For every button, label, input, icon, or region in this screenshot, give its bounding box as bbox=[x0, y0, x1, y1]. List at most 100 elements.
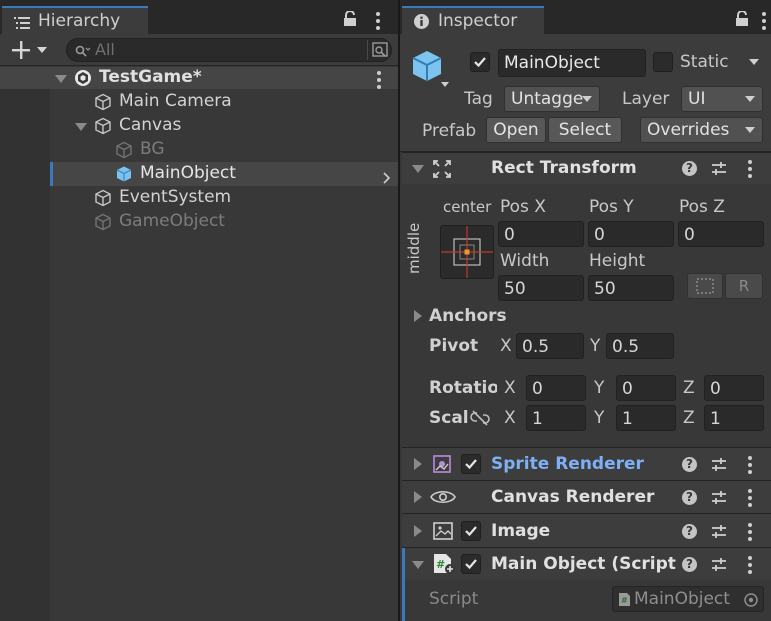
tree-item-label: Main Camera bbox=[119, 91, 232, 111]
tree-item-canvas[interactable]: Canvas bbox=[0, 114, 398, 138]
prefab-open-button[interactable]: Open bbox=[486, 117, 546, 143]
image-header[interactable]: Image ? bbox=[402, 513, 771, 547]
preset-sliders-icon[interactable] bbox=[710, 489, 728, 511]
pos-y-field[interactable]: 0 bbox=[588, 221, 674, 247]
canvas-renderer-foldout-icon[interactable] bbox=[414, 491, 422, 503]
preset-sliders-icon[interactable] bbox=[710, 456, 728, 478]
help-icon[interactable]: ? bbox=[682, 524, 697, 539]
script-object-field[interactable]: # MainObject bbox=[612, 586, 764, 612]
tree-item-bg[interactable]: BG bbox=[0, 138, 398, 162]
tree-item-main-camera[interactable]: Main Camera bbox=[0, 90, 398, 114]
component-menu-icon[interactable] bbox=[748, 456, 752, 477]
static-dropdown-arrow[interactable] bbox=[749, 59, 759, 65]
main-object-script-header[interactable]: # Main Object (Script ? bbox=[402, 547, 771, 581]
component-menu-icon[interactable] bbox=[748, 160, 752, 181]
gameobject-cube-icon bbox=[94, 189, 112, 211]
help-icon[interactable]: ? bbox=[682, 490, 697, 505]
height-field[interactable]: 50 bbox=[588, 275, 674, 301]
anchors-foldout-icon[interactable] bbox=[414, 310, 422, 322]
tab-hierarchy[interactable]: Hierarchy bbox=[2, 6, 148, 34]
width-field[interactable]: 50 bbox=[498, 275, 584, 301]
scale-x-field[interactable]: 1 bbox=[526, 405, 586, 431]
object-name-field[interactable]: MainObject bbox=[498, 49, 646, 77]
hierarchy-menu-icon[interactable] bbox=[376, 12, 380, 33]
scene-row[interactable]: TestGame* bbox=[0, 67, 398, 89]
chevron-down-icon bbox=[582, 96, 592, 102]
help-icon[interactable]: ? bbox=[682, 161, 697, 176]
tree-item-label: MainObject bbox=[140, 163, 236, 183]
add-icon[interactable] bbox=[11, 40, 31, 64]
object-picker-icon[interactable] bbox=[743, 592, 759, 612]
pos-z-field[interactable]: 0 bbox=[678, 221, 764, 247]
scale-label: Scal bbox=[429, 408, 469, 428]
rect-transform-foldout-icon[interactable] bbox=[412, 165, 424, 173]
tree-item-eventsystem[interactable]: EventSystem bbox=[0, 186, 398, 210]
anchor-presets-button[interactable] bbox=[440, 225, 494, 279]
preset-sliders-icon[interactable] bbox=[710, 160, 728, 182]
scene-foldout-icon[interactable] bbox=[55, 75, 67, 83]
hierarchy-tabbar: Hierarchy bbox=[0, 0, 398, 34]
tree-item-label: GameObject bbox=[119, 211, 225, 231]
component-menu-icon[interactable] bbox=[748, 523, 752, 544]
constrain-proportions-icon[interactable] bbox=[470, 409, 490, 431]
static-checkbox[interactable] bbox=[653, 52, 673, 72]
pivot-x-field[interactable]: 0.5 bbox=[516, 333, 584, 359]
canvas-renderer-header[interactable]: Canvas Renderer ? bbox=[402, 480, 771, 513]
search-input[interactable]: All bbox=[95, 40, 115, 59]
image-enabled-checkbox[interactable] bbox=[461, 521, 481, 541]
component-menu-icon[interactable] bbox=[748, 556, 752, 577]
overrides-value: Overrides bbox=[647, 120, 730, 140]
rotation-y-field[interactable]: 0 bbox=[616, 375, 676, 401]
tag-dropdown[interactable]: Untagge bbox=[504, 86, 600, 112]
image-foldout-icon[interactable] bbox=[414, 525, 422, 537]
canvas-foldout-icon[interactable] bbox=[75, 123, 87, 131]
help-icon[interactable]: ? bbox=[682, 457, 697, 472]
component-menu-icon[interactable] bbox=[748, 489, 752, 510]
hierarchy-search-field[interactable]: All bbox=[66, 38, 392, 62]
inspector-menu-icon[interactable] bbox=[762, 12, 766, 33]
pos-x-field[interactable]: 0 bbox=[498, 221, 584, 247]
sprite-renderer-foldout-icon[interactable] bbox=[414, 458, 422, 470]
icon-dropdown-arrow[interactable] bbox=[441, 82, 449, 87]
scene-menu-icon[interactable] bbox=[377, 71, 381, 92]
active-checkbox[interactable] bbox=[470, 52, 490, 72]
search-scene-icon[interactable] bbox=[367, 40, 389, 60]
inspector-panel: Inspector MainObject Static Tag Untagge … bbox=[400, 0, 771, 621]
sprite-renderer-header[interactable]: Sprite Renderer ? bbox=[402, 447, 771, 480]
prefab-select-button[interactable]: Select bbox=[548, 117, 622, 143]
script-foldout-icon[interactable] bbox=[412, 561, 424, 569]
pivot-y-field[interactable]: 0.5 bbox=[606, 333, 674, 359]
csharp-script-small-icon: # bbox=[618, 592, 631, 611]
help-icon[interactable]: ? bbox=[682, 557, 697, 572]
blueprint-mode-button[interactable] bbox=[687, 273, 723, 299]
add-dropdown-icon[interactable] bbox=[37, 47, 47, 53]
layer-dropdown[interactable]: UI bbox=[681, 86, 763, 112]
rect-transform-icon bbox=[432, 159, 452, 183]
rect-transform-header[interactable]: Rect Transform ? bbox=[402, 152, 771, 184]
pos-z-label: Pos Z bbox=[679, 197, 725, 217]
tree-item-mainobject[interactable]: MainObject bbox=[0, 162, 398, 186]
rotation-x-field[interactable]: 0 bbox=[526, 375, 586, 401]
rotation-z-field[interactable]: 0 bbox=[704, 375, 764, 401]
raw-edit-button[interactable]: R bbox=[725, 273, 763, 299]
prefab-overrides-dropdown[interactable]: Overrides bbox=[640, 117, 763, 143]
tree-item-gameobject[interactable]: GameObject bbox=[0, 210, 398, 234]
scale-z-field[interactable]: 1 bbox=[704, 405, 764, 431]
anchors-label[interactable]: Anchors bbox=[429, 306, 507, 326]
anchor-h-label: center bbox=[443, 198, 492, 216]
tree-item-label: BG bbox=[140, 139, 165, 159]
preset-sliders-icon[interactable] bbox=[710, 523, 728, 545]
static-label: Static bbox=[680, 52, 729, 72]
gameobject-cube-icon bbox=[94, 117, 112, 139]
script-enabled-checkbox[interactable] bbox=[461, 554, 481, 574]
sprite-renderer-enabled-checkbox[interactable] bbox=[461, 454, 481, 474]
layer-label: Layer bbox=[622, 89, 670, 109]
tab-inspector[interactable]: Inspector bbox=[402, 6, 544, 34]
lock-icon[interactable] bbox=[343, 10, 357, 31]
gameobject-cube-large-icon[interactable] bbox=[410, 49, 444, 89]
script-label: Script bbox=[429, 589, 479, 609]
scale-y-field[interactable]: 1 bbox=[616, 405, 676, 431]
lock-icon[interactable] bbox=[735, 10, 749, 31]
preset-sliders-icon[interactable] bbox=[710, 556, 728, 578]
prefab-label: Prefab bbox=[422, 121, 477, 141]
